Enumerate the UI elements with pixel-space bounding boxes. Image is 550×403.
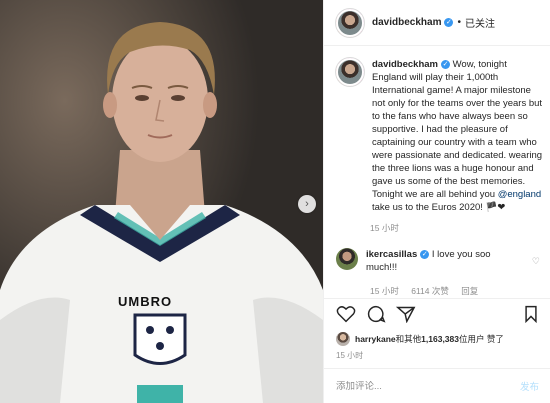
comment-likes-count[interactable]: 6114 次赞 <box>411 286 449 296</box>
next-photo-button[interactable]: › <box>298 195 316 213</box>
caption-text: davidbeckham ✓ Wow, tonight England will … <box>372 58 544 214</box>
liker-username[interactable]: harrykane <box>355 334 396 344</box>
follow-status-button[interactable]: 已关注 <box>465 15 495 30</box>
post-photo: UMBRO › <box>0 0 323 403</box>
likes-suffix: 位用户 赞了 <box>459 334 504 344</box>
post-photo-illustration <box>0 0 323 403</box>
comment-icon[interactable] <box>366 305 386 328</box>
caption-avatar[interactable] <box>336 58 364 86</box>
comment-avatar[interactable] <box>336 248 358 270</box>
like-icon[interactable] <box>336 305 356 328</box>
comment-time: 15 小时 <box>370 286 399 296</box>
bookmark-icon[interactable] <box>523 305 539 328</box>
author-username[interactable]: davidbeckham <box>372 17 441 28</box>
caption-username[interactable]: davidbeckham <box>372 59 438 70</box>
likes-count[interactable]: 1,163,383 <box>421 334 459 344</box>
author-avatar-image <box>336 8 364 37</box>
add-comment-bar: 发布 <box>324 368 550 403</box>
verified-icon: ✓ <box>444 18 454 27</box>
liker-avatar[interactable] <box>336 332 350 346</box>
caption-avatar-image <box>336 58 364 86</box>
author-avatar[interactable] <box>336 8 364 37</box>
comment-input[interactable] <box>336 380 520 392</box>
verified-icon: ✓ <box>441 59 450 69</box>
comment-meta: 15 小时 6114 次赞 回复 <box>370 285 546 297</box>
jersey-brand-label: UMBRO <box>118 294 173 309</box>
caption-block: davidbeckham ✓ Wow, tonight England will … <box>336 58 546 234</box>
comment-username[interactable]: ikercasillas <box>366 249 417 260</box>
post-comment-button[interactable]: 发布 <box>520 379 539 393</box>
comment-like-icon[interactable]: ♡ <box>532 256 540 267</box>
likes-others-prefix: 其他 <box>404 334 422 344</box>
post-actions <box>324 298 550 334</box>
likes-connector: 和 <box>395 334 405 344</box>
comment-text: ikercasillas ✓ I love you soo much!!! <box>366 248 516 274</box>
comment-reply-button[interactable]: 回复 <box>461 286 478 296</box>
verified-icon: ✓ <box>420 249 430 259</box>
post-header: davidbeckham ✓ • 已关注 <box>324 0 550 46</box>
likes-summary: harrykane 和 其他 1,163,383 位用户 赞了 <box>336 332 504 346</box>
caption-body-end: take us to the Euros 2020! 🏴❤ <box>372 202 506 213</box>
mention-link[interactable]: @england <box>498 189 541 200</box>
post-time: 15 小时 <box>336 351 364 360</box>
caption-time: 15 小时 <box>370 223 399 233</box>
comment-item: ikercasillas ✓ I love you soo much!!! ♡ 1… <box>336 248 546 297</box>
share-icon[interactable] <box>395 305 416 328</box>
chevron-right-icon: › <box>305 198 309 210</box>
post-sidebar: davidbeckham ✓ • 已关注 davidbeckham ✓ Wow, … <box>323 0 550 403</box>
caption-body: Wow, tonight England will play their 1,0… <box>372 59 543 200</box>
separator-dot: • <box>457 17 461 28</box>
